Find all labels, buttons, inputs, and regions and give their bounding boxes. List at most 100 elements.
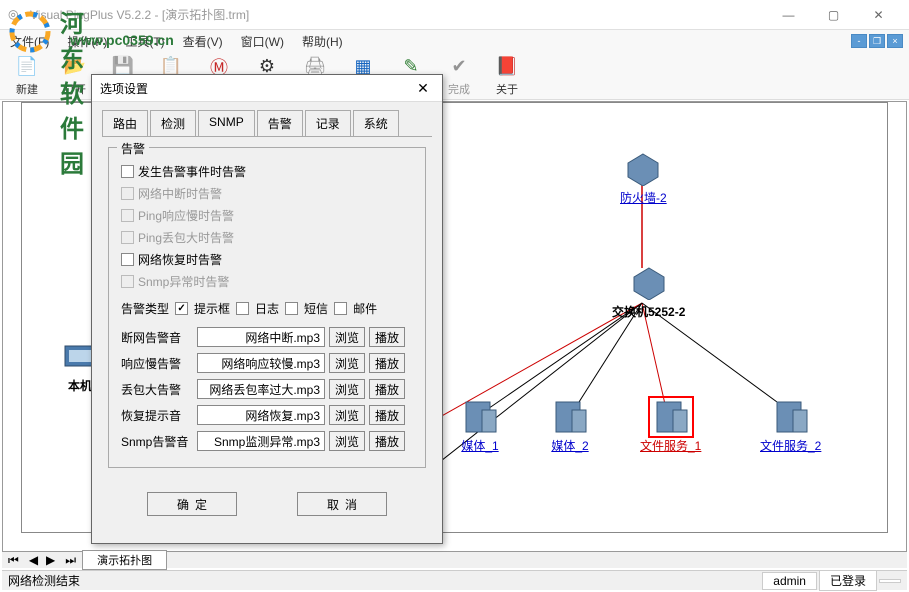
tab-snmp[interactable]: SNMP — [198, 110, 255, 136]
tb-done: ✔完成 — [438, 55, 480, 97]
checkbox-icon[interactable] — [121, 253, 134, 266]
server-icon — [550, 399, 590, 435]
sound-input-break[interactable] — [197, 327, 325, 347]
mdi-minimize[interactable]: - — [851, 34, 867, 48]
tb-new[interactable]: 📄新建 — [6, 55, 48, 97]
checkbox-icon — [121, 231, 134, 244]
check-popup[interactable] — [175, 302, 188, 315]
node-label: 文件服务_2 — [760, 437, 821, 454]
mdi-close[interactable]: × — [887, 34, 903, 48]
sound-row-slow: 响应慢告警 浏览 播放 — [121, 353, 415, 373]
about-icon: 📕 — [495, 55, 519, 79]
node-switch[interactable]: 交换机5252-2 — [612, 265, 685, 320]
sound-input-snmp[interactable] — [197, 431, 325, 451]
sound-input-loss[interactable] — [197, 379, 325, 399]
node-label: 本机 — [68, 377, 92, 394]
check-ping-slow: Ping响应慢时告警 — [121, 207, 415, 224]
status-text: 网络检测结束 — [8, 572, 80, 589]
server-icon — [771, 399, 811, 435]
node-label: 文件服务_1 — [640, 437, 701, 454]
node-firewall[interactable]: 防火墙-2 — [620, 151, 667, 206]
open-icon: 📂 — [63, 55, 87, 79]
titlebar: ◎ Visual PingPlus V5.2.2 - [演示拓扑图.trm] —… — [0, 0, 909, 30]
document-tab[interactable]: 演示拓扑图 — [82, 550, 167, 570]
tab-record[interactable]: 记录 — [305, 110, 351, 136]
tab-nav-prev[interactable]: ◀ — [25, 553, 42, 567]
switch-icon — [629, 265, 669, 301]
checkbox-icon — [121, 187, 134, 200]
checkbox-icon[interactable] — [121, 165, 134, 178]
minimize-button[interactable]: — — [766, 0, 811, 30]
menu-file[interactable]: 文件(F) — [6, 31, 53, 52]
window-title: Visual PingPlus V5.2.2 - [演示拓扑图.trm] — [30, 6, 766, 23]
node-file1[interactable]: 文件服务_1 — [640, 399, 701, 454]
node-media1[interactable]: 媒体_1 — [460, 399, 500, 454]
alarm-type-row: 告警类型 提示框 日志 短信 邮件 — [121, 300, 415, 317]
checkbox-icon — [121, 275, 134, 288]
group-title: 告警 — [117, 140, 149, 157]
tab-detect[interactable]: 检测 — [150, 110, 196, 136]
tb-open[interactable]: 📂打开 — [54, 55, 96, 97]
tab-nav-next[interactable]: ▶ — [42, 553, 59, 567]
ok-button[interactable]: 确定 — [147, 492, 237, 516]
menubar: 文件(F) 操作(P) 工具(T) 查看(V) 窗口(W) 帮助(H) - ❐ … — [0, 30, 909, 52]
check-log[interactable] — [236, 302, 249, 315]
tab-route[interactable]: 路由 — [102, 110, 148, 136]
alarm-type-label: 告警类型 — [121, 300, 169, 317]
play-button[interactable]: 播放 — [369, 327, 405, 347]
status-user: admin — [762, 572, 817, 590]
dialog-tabs: 路由 检测 SNMP 告警 记录 系统 — [92, 102, 442, 136]
status-login: 已登录 — [819, 570, 877, 591]
menu-window[interactable]: 窗口(W) — [237, 31, 288, 52]
browse-button[interactable]: 浏览 — [329, 327, 365, 347]
browse-button[interactable]: 浏览 — [329, 353, 365, 373]
tab-nav-last[interactable]: ⏭ — [59, 553, 82, 568]
sound-input-recover[interactable] — [197, 405, 325, 425]
options-dialog: 选项设置 ✕ 路由 检测 SNMP 告警 记录 系统 告警 发生告警事件时告警 … — [91, 74, 443, 544]
menu-action[interactable]: 操作(P) — [63, 31, 111, 52]
check-ping-loss: Ping丢包大时告警 — [121, 229, 415, 246]
status-resize-grip[interactable] — [879, 579, 901, 583]
firewall-icon — [623, 151, 663, 187]
node-media2[interactable]: 媒体_2 — [550, 399, 590, 454]
menu-view[interactable]: 查看(V) — [179, 31, 227, 52]
check-sms[interactable] — [285, 302, 298, 315]
tb-about[interactable]: 📕关于 — [486, 55, 528, 97]
play-button[interactable]: 播放 — [369, 353, 405, 373]
maximize-button[interactable]: ▢ — [811, 0, 856, 30]
alarm-groupbox: 告警 发生告警事件时告警 网络中断时告警 Ping响应慢时告警 Ping丢包大时… — [108, 147, 426, 468]
play-button[interactable]: 播放 — [369, 405, 405, 425]
dialog-title-text: 选项设置 — [100, 80, 148, 97]
menu-tools[interactable]: 工具(T) — [121, 31, 168, 52]
check-alarm-event[interactable]: 发生告警事件时告警 — [121, 163, 415, 180]
dialog-titlebar[interactable]: 选项设置 ✕ — [92, 75, 442, 102]
server-icon — [460, 399, 500, 435]
browse-button[interactable]: 浏览 — [329, 431, 365, 451]
close-button[interactable]: ✕ — [856, 0, 901, 30]
tab-system[interactable]: 系统 — [353, 110, 399, 136]
check-net-break: 网络中断时告警 — [121, 185, 415, 202]
dialog-close-button[interactable]: ✕ — [412, 78, 434, 98]
browse-button[interactable]: 浏览 — [329, 405, 365, 425]
node-file2[interactable]: 文件服务_2 — [760, 399, 821, 454]
sound-row-loss: 丢包大告警 浏览 播放 — [121, 379, 415, 399]
node-label: 交换机5252-2 — [612, 303, 685, 320]
check-net-recover[interactable]: 网络恢复时告警 — [121, 251, 415, 268]
statusbar: 网络检测结束 admin 已登录 — [2, 570, 907, 590]
tab-nav-first[interactable]: ⏮ — [2, 553, 25, 568]
menu-help[interactable]: 帮助(H) — [298, 31, 347, 52]
node-label: 媒体_2 — [551, 437, 588, 454]
cancel-button[interactable]: 取消 — [297, 492, 387, 516]
new-icon: 📄 — [15, 55, 39, 79]
check-mail[interactable] — [334, 302, 347, 315]
checkbox-icon — [121, 209, 134, 222]
play-button[interactable]: 播放 — [369, 431, 405, 451]
mdi-restore[interactable]: ❐ — [869, 34, 885, 48]
play-button[interactable]: 播放 — [369, 379, 405, 399]
tab-alarm[interactable]: 告警 — [257, 110, 303, 136]
node-label: 媒体_1 — [461, 437, 498, 454]
sound-row-recover: 恢复提示音 浏览 播放 — [121, 405, 415, 425]
sound-input-slow[interactable] — [197, 353, 325, 373]
sound-row-break: 断网告警音 浏览 播放 — [121, 327, 415, 347]
browse-button[interactable]: 浏览 — [329, 379, 365, 399]
